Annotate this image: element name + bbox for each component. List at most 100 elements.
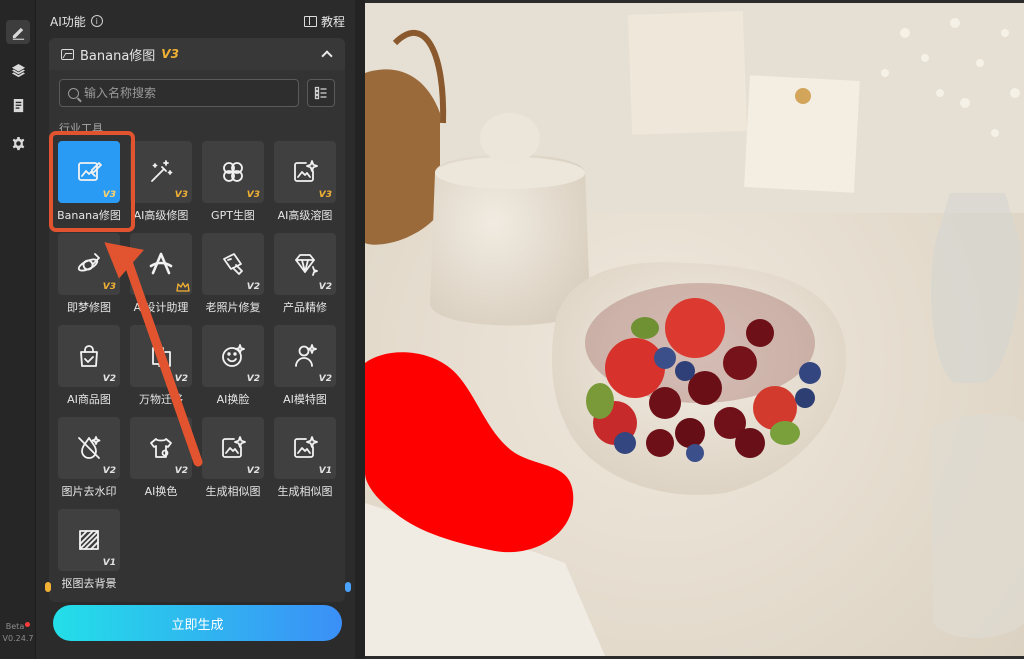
version-badge: V2	[174, 466, 188, 476]
rail-layers-button[interactable]	[6, 58, 30, 82]
tool-cutout-background[interactable]: V1 抠图去背景	[58, 509, 122, 595]
cutout-hatch-icon	[79, 530, 99, 550]
version-badge: V2	[246, 466, 260, 476]
version-badge: V3	[318, 190, 332, 200]
tool-ai-product-image[interactable]: V2 AI商品图	[58, 325, 122, 411]
diamond-icon	[295, 254, 318, 276]
version-badge: V2	[102, 374, 116, 384]
version-badge: V2	[246, 374, 260, 384]
tool-ai-model-image[interactable]: V2 AI模特图	[274, 325, 338, 411]
tool-tile[interactable]: V3	[58, 141, 120, 203]
tool-old-photo-repair[interactable]: V2 老照片修复	[202, 233, 266, 319]
tool-tile[interactable]: V3	[130, 141, 192, 203]
tool-object-transfer[interactable]: V2 万物迁移	[130, 325, 194, 411]
side-marker-left	[45, 582, 51, 592]
tool-tile[interactable]: V2	[202, 417, 264, 479]
gear-icon	[12, 136, 24, 150]
rail-settings-button[interactable]	[6, 131, 30, 155]
crown-icon	[176, 282, 190, 292]
beta-dot	[25, 622, 31, 627]
tool-banana-edit[interactable]: V3 Banana修图	[57, 141, 122, 227]
canvas-photo	[365, 3, 1024, 656]
tool-ai-recolor[interactable]: V2 AI换色	[130, 417, 194, 503]
gpt-knot-icon	[223, 162, 243, 182]
tool-label: 产品精修	[283, 301, 327, 314]
tool-label: GPT生图	[211, 209, 255, 222]
tool-ai-advanced-blend[interactable]: V3 AI高级溶图	[274, 141, 338, 227]
search-row	[59, 79, 335, 107]
section-header[interactable]: Banana修图 V3	[49, 38, 345, 70]
tool-tile[interactable]: V2	[58, 325, 120, 387]
version-badge: V2	[318, 374, 332, 384]
tool-label: AI换脸	[216, 393, 250, 406]
left-tool-rail: Beta V0.24.7	[0, 0, 36, 659]
tool-watermark-remove[interactable]: V2 图片去水印	[58, 417, 122, 503]
tool-tile[interactable]: V2	[274, 233, 336, 295]
image-edit-icon	[78, 162, 102, 181]
list-view-icon	[314, 86, 327, 100]
canvas-divider	[355, 0, 365, 659]
magic-wand-icon	[151, 160, 173, 182]
tool-section: Banana修图 V3 行业工具 V3	[49, 38, 345, 602]
version-badge: V3	[246, 190, 260, 200]
tool-ai-design-assistant[interactable]: AI设计助理	[130, 233, 194, 319]
tool-label: 生成相似图	[205, 485, 261, 498]
tool-tile[interactable]: V3	[202, 141, 264, 203]
version-badge: V3	[174, 190, 188, 200]
tool-tile[interactable]: V1	[58, 509, 120, 571]
tool-similar-image-v1[interactable]: V1 生成相似图	[274, 417, 338, 503]
image-canvas[interactable]	[365, 3, 1024, 656]
document-icon	[13, 98, 23, 112]
list-view-button[interactable]	[307, 79, 335, 107]
tutorial-link[interactable]: 教程	[303, 13, 345, 30]
tool-tile[interactable]	[130, 233, 192, 295]
tool-tile[interactable]: V2	[130, 325, 192, 387]
tool-tile[interactable]: V2	[202, 233, 264, 295]
version-badge: V3	[102, 282, 116, 292]
face-swap-icon	[222, 344, 245, 367]
tool-tile[interactable]: V2	[274, 325, 336, 387]
search-input[interactable]	[84, 86, 284, 100]
tool-label: AI高级溶图	[277, 209, 333, 222]
beta-label: Beta	[0, 622, 36, 631]
tool-gpt-generate[interactable]: V3 GPT生图	[202, 141, 266, 227]
tool-tile[interactable]: V1	[274, 417, 336, 479]
planet-brush-icon	[77, 253, 100, 272]
rail-edit-button[interactable]	[6, 20, 30, 44]
rail-document-button[interactable]	[6, 93, 30, 117]
tool-tile[interactable]: V2	[202, 325, 264, 387]
image-icon	[61, 48, 74, 60]
tool-ai-advanced-edit[interactable]: V3 AI高级修图	[130, 141, 194, 227]
tool-tile[interactable]: V3	[58, 233, 120, 295]
chevron-up-icon[interactable]	[321, 50, 333, 62]
tool-tile[interactable]: V3	[274, 141, 336, 203]
photo-repair-icon	[223, 253, 243, 275]
transfer-icon	[152, 347, 171, 367]
product-bag-icon	[80, 345, 98, 367]
search-icon	[68, 87, 79, 99]
similar-image-icon	[222, 436, 246, 458]
tool-label: AI设计助理	[133, 301, 189, 314]
version-badge: V2	[102, 466, 116, 476]
tool-ai-face-swap[interactable]: V2 AI换脸	[202, 325, 266, 411]
info-icon[interactable]: i	[90, 15, 103, 27]
tool-product-retouch[interactable]: V2 产品精修	[274, 233, 338, 319]
tool-similar-image-v2[interactable]: V2 生成相似图	[202, 417, 266, 503]
model-person-icon	[295, 344, 317, 367]
tool-label: 即梦修图	[67, 301, 111, 314]
search-box[interactable]	[59, 79, 299, 107]
tool-label: AI换色	[144, 485, 178, 498]
tool-tile[interactable]: V2	[130, 417, 192, 479]
tool-tile[interactable]: V2	[58, 417, 120, 479]
panel-title: AI功能	[50, 14, 86, 29]
version-badge: V1	[102, 558, 116, 568]
tool-label: Banana修图	[57, 209, 121, 222]
category-label: 行业工具	[59, 122, 103, 135]
ai-function-panel: AI功能 i 教程 Banana修图 V3 输入名称搜索 行业工具 V3 Ban…	[36, 0, 355, 659]
generate-now-button[interactable]: 立即生成	[53, 605, 342, 641]
watermark-remove-icon	[78, 436, 101, 459]
panel-header: AI功能 i 教程	[50, 10, 345, 32]
tool-jimeng-edit[interactable]: V3 即梦修图	[58, 233, 122, 319]
side-marker-right	[345, 582, 351, 592]
tool-label: 万物迁移	[139, 393, 183, 406]
